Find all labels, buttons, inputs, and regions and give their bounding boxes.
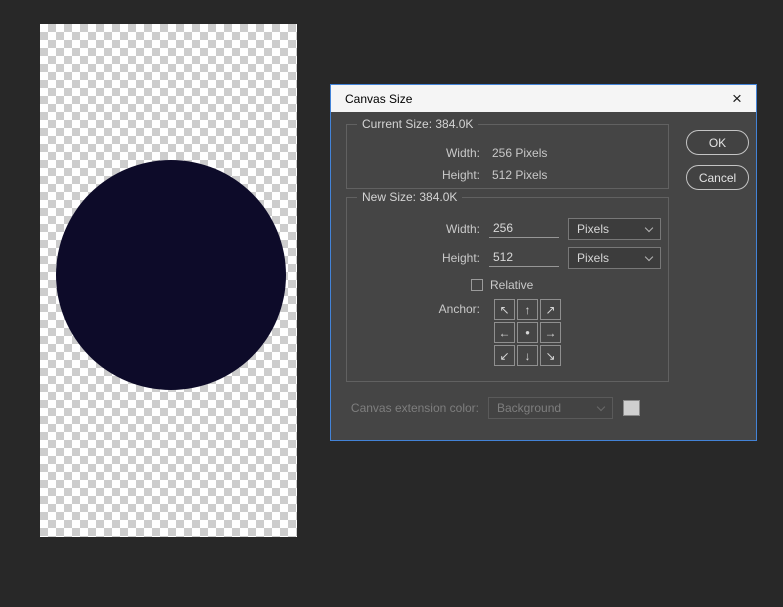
new-width-input[interactable] [489,220,559,238]
canvas-size-dialog: Canvas Size × Current Size: 384.0K Width… [330,84,757,441]
dialog-body: Current Size: 384.0K Width: 256 Pixels H… [331,112,756,440]
chevron-down-icon [644,252,654,261]
anchor-center-button[interactable]: ● [517,322,538,343]
relative-row: Relative [471,276,533,294]
new-height-row: Height: Pixels [347,247,661,269]
ok-button[interactable]: OK [686,130,749,155]
current-width-label: Width: [445,146,480,160]
new-height-input[interactable] [489,249,559,267]
anchor-bottom-left-button[interactable]: ↙ [494,345,515,366]
anchor-top-right-button[interactable]: ↗ [540,299,561,320]
anchor-top-button[interactable]: ↑ [517,299,538,320]
new-width-row: Width: Pixels [347,218,661,240]
current-width-value: 256 Pixels [492,146,548,160]
document-canvas[interactable] [40,24,297,537]
new-width-label: Width: [445,222,480,236]
relative-label: Relative [490,278,534,292]
circle-layer [56,160,286,390]
relative-checkbox[interactable] [471,279,483,291]
new-size-group: New Size: 384.0K Width: Pixels Height: P… [346,190,669,382]
anchor-bottom-right-button[interactable]: ↘ [540,345,561,366]
new-size-legend: New Size: 384.0K [357,190,463,204]
dialog-titlebar[interactable]: Canvas Size × [331,85,756,112]
height-unit-select[interactable]: Pixels [568,247,661,269]
new-height-label: Height: [441,251,480,265]
current-height-label: Height: [441,168,480,182]
anchor-left-button[interactable]: ← [494,322,515,343]
chevron-down-icon [596,402,606,411]
dialog-title: Canvas Size [345,91,413,106]
cancel-button[interactable]: Cancel [686,165,749,190]
chevron-down-icon [644,223,654,232]
anchor-label: Anchor: [438,302,480,316]
canvas-extension-row: Canvas extension color: Background [346,397,640,419]
canvas-extension-label: Canvas extension color: [350,401,479,415]
extension-color-select: Background [488,397,613,419]
anchor-right-button[interactable]: → [540,322,561,343]
current-size-group: Current Size: 384.0K Width: 256 Pixels H… [346,117,669,189]
height-unit-value: Pixels [577,251,610,265]
extension-color-swatch[interactable] [623,400,640,416]
width-unit-select[interactable]: Pixels [568,218,661,240]
photoshop-workspace: Canvas Size × Current Size: 384.0K Width… [0,0,783,607]
anchor-top-left-button[interactable]: ↖ [494,299,515,320]
current-width-row: Width: 256 Pixels [347,142,668,164]
anchor-grid: ↖ ↑ ↗ ← ● → ↙ ↓ ↘ [494,299,561,366]
anchor-bottom-button[interactable]: ↓ [517,345,538,366]
close-icon[interactable]: × [718,85,756,112]
current-height-value: 512 Pixels [492,168,548,182]
current-size-legend: Current Size: 384.0K [357,117,479,131]
current-height-row: Height: 512 Pixels [347,164,668,186]
extension-color-value: Background [497,401,562,415]
width-unit-value: Pixels [577,222,610,236]
